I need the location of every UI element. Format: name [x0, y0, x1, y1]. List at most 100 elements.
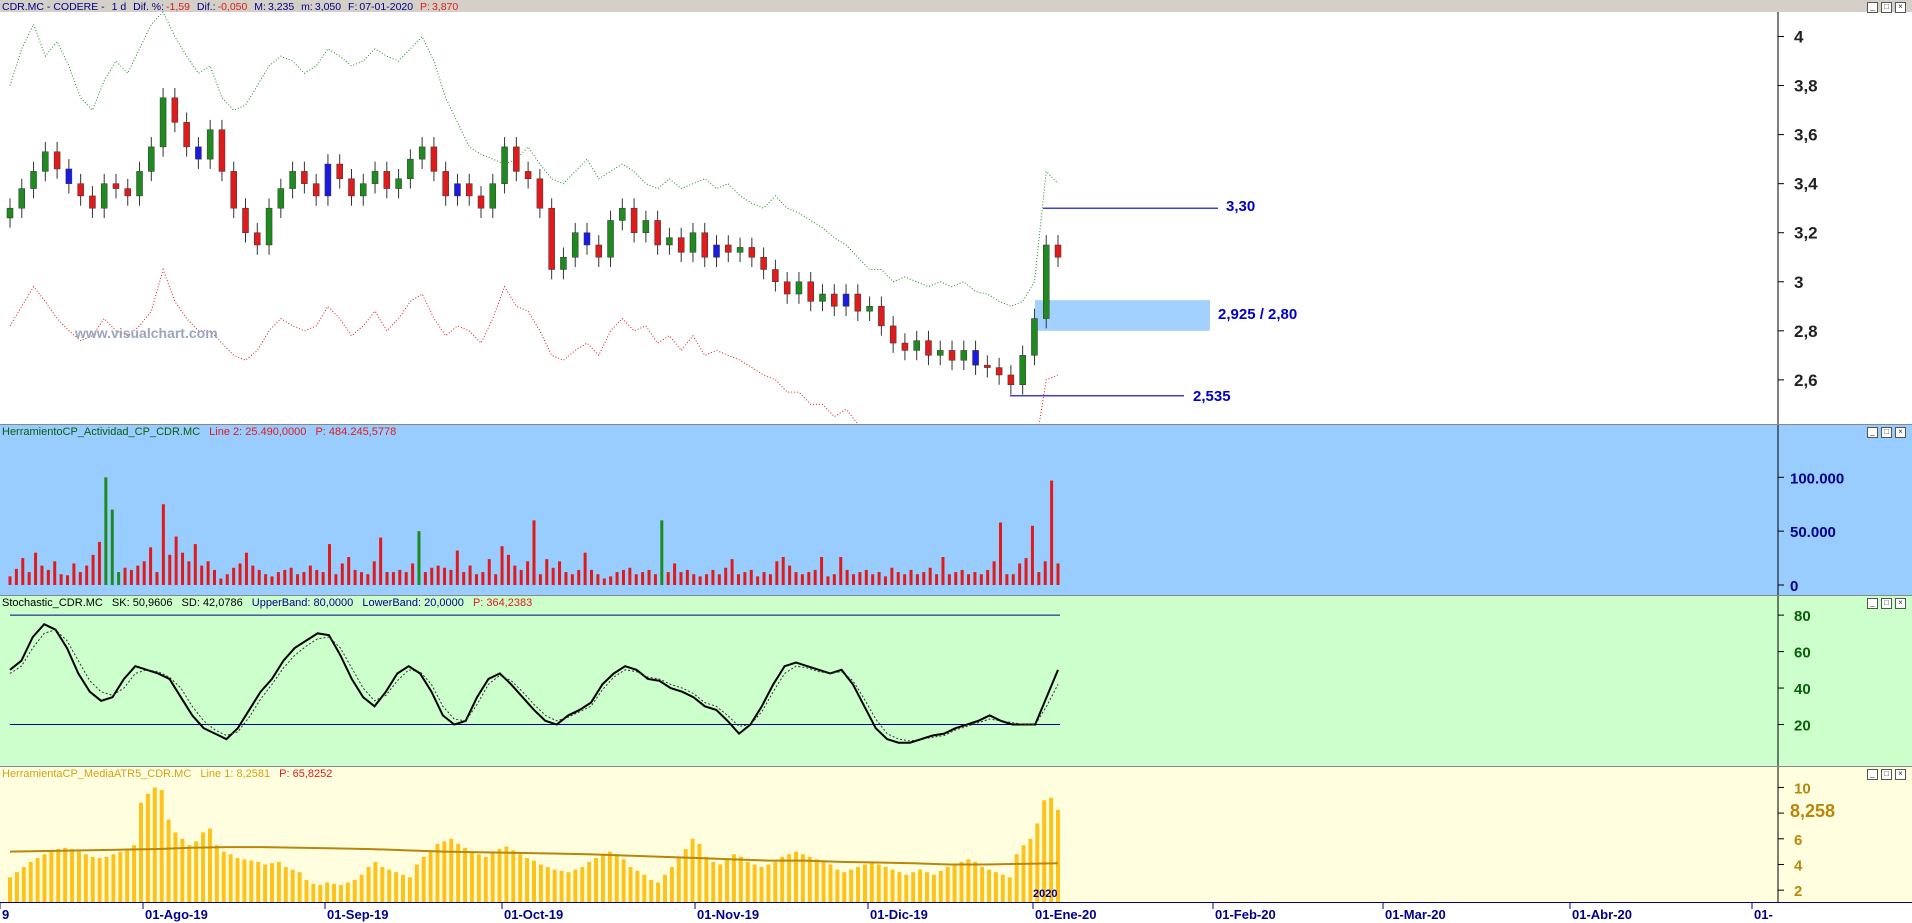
atr-bar	[725, 859, 730, 903]
date-value: 07-01-2020	[359, 1, 414, 13]
price-tick-label: 3	[1794, 273, 1803, 292]
activity-bar	[232, 567, 236, 585]
atr-bar	[904, 874, 909, 903]
atr-bar	[807, 856, 812, 903]
activity-bar	[494, 574, 498, 585]
activity-bar	[532, 520, 536, 585]
minimize-icon[interactable]: _	[1867, 769, 1878, 780]
activity-bar	[820, 557, 824, 585]
activity-bar	[1024, 558, 1028, 585]
activity-bar	[641, 572, 645, 585]
atr-bar	[283, 867, 288, 903]
atr-bar	[297, 872, 302, 903]
activity-bar	[276, 572, 280, 585]
restore-icon[interactable]: □	[1881, 769, 1892, 780]
candle-body	[42, 151, 49, 172]
atr-bar	[1000, 874, 1005, 903]
activity-bar	[570, 574, 574, 585]
atr-bar	[883, 867, 888, 903]
activity-bar	[136, 565, 140, 585]
atr-bar	[738, 856, 743, 903]
activity-bar	[506, 554, 510, 585]
candle-body	[548, 207, 555, 270]
atr-bar	[228, 854, 233, 903]
activity-bar	[979, 574, 983, 585]
activity-bar	[896, 572, 900, 585]
candle-body	[689, 232, 697, 253]
activity-bar	[129, 569, 133, 585]
atr-bar	[345, 882, 350, 903]
x-tick-label: 01-Sep-19	[327, 907, 388, 922]
atr-bar	[711, 861, 716, 903]
activity-bar	[347, 557, 351, 585]
atr-bar	[352, 879, 357, 903]
atr-bar	[566, 872, 571, 903]
activity-bar	[359, 572, 363, 585]
candle-body	[18, 188, 26, 209]
atr-bar	[538, 864, 543, 903]
activity-bar	[685, 569, 689, 585]
atr-bar	[669, 867, 674, 903]
atr-bar	[187, 845, 192, 903]
activity-bar	[794, 572, 798, 585]
atr-bar	[856, 867, 861, 903]
atr-bar	[635, 870, 640, 903]
candle-body	[477, 195, 485, 209]
candle-body	[77, 183, 84, 197]
minimize-icon[interactable]: _	[1867, 2, 1878, 13]
minimize-icon[interactable]: _	[1867, 598, 1878, 609]
close-icon[interactable]: ×	[1895, 427, 1906, 438]
activity-bar	[385, 572, 389, 585]
activity-bar	[653, 574, 657, 585]
atr-tick-label: 4	[1794, 857, 1803, 874]
candle-body	[407, 158, 414, 180]
candle-body	[1042, 244, 1050, 319]
stoch-window-controls[interactable]: _ □ ×	[1864, 597, 1906, 609]
activity-bar	[922, 572, 926, 585]
activity-bar	[986, 569, 990, 585]
candle-body	[819, 293, 826, 302]
activity-bar	[883, 576, 887, 585]
atr-bar	[214, 845, 219, 903]
activity-bar	[244, 552, 248, 585]
atr-bar	[83, 854, 88, 903]
restore-icon[interactable]: □	[1881, 598, 1892, 609]
activity-bar	[257, 569, 261, 585]
activity-bar	[46, 569, 50, 585]
atr-window-controls[interactable]: _ □ ×	[1864, 768, 1906, 780]
activity-bar	[947, 574, 951, 585]
restore-icon[interactable]: □	[1881, 2, 1892, 13]
atr-bar	[621, 859, 626, 903]
activity-bar	[423, 572, 427, 585]
atr-bar	[159, 789, 164, 903]
activity-bar	[366, 574, 370, 585]
atr-bar	[435, 843, 440, 903]
atr-bar	[407, 877, 412, 903]
close-icon[interactable]: ×	[1895, 769, 1906, 780]
atr-bar	[628, 867, 633, 903]
price-window-controls[interactable]: _ □ ×	[1864, 1, 1906, 13]
atr-bar	[125, 849, 130, 903]
atr-bar	[945, 867, 950, 903]
activity-bar	[545, 559, 549, 585]
atr-bar	[428, 851, 433, 903]
activity-bar	[302, 572, 306, 585]
minimize-icon[interactable]: _	[1867, 427, 1878, 438]
activity-bar	[1018, 563, 1022, 585]
atr-bar	[401, 874, 405, 903]
x-tick-label: 9	[2, 907, 9, 922]
close-icon[interactable]: ×	[1895, 598, 1906, 609]
activity-bar	[621, 569, 625, 585]
candle-body	[265, 207, 273, 246]
atr-bar	[931, 874, 936, 903]
close-icon[interactable]: ×	[1895, 2, 1906, 13]
activity-bar	[749, 569, 753, 585]
atr-pane: HerramientaCP_MediaATR5_CDR.MC Line 1: 8…	[0, 766, 1912, 903]
atr-bar	[270, 863, 274, 903]
activity-window-controls[interactable]: _ □ ×	[1864, 426, 1906, 438]
activity-bar	[596, 574, 600, 585]
restore-icon[interactable]: □	[1881, 427, 1892, 438]
atr-bar	[545, 867, 550, 903]
candle-body	[583, 232, 591, 246]
candle-body	[454, 183, 461, 197]
